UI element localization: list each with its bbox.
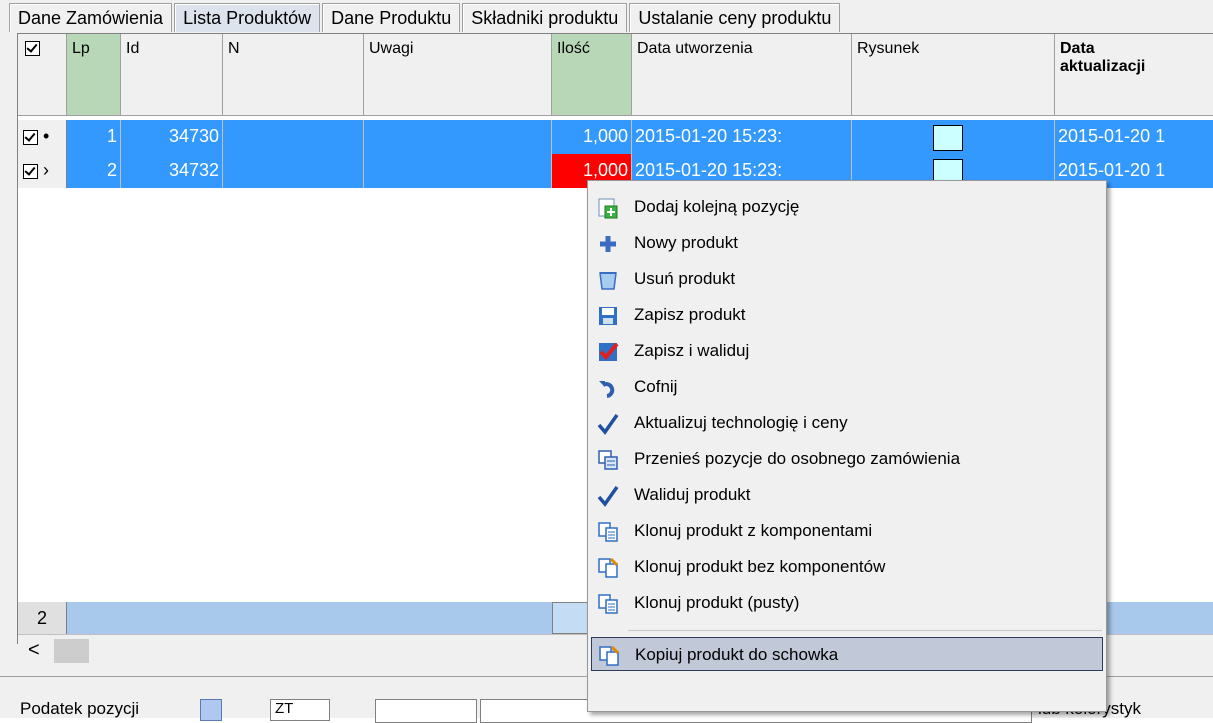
row-checkbox[interactable] — [23, 129, 38, 145]
menu-item-label: Aktualizuj technologię i ceny — [634, 413, 848, 432]
menu-item-label: Klonuj produkt (pusty) — [634, 593, 800, 612]
cell-id[interactable]: 34732 — [121, 154, 223, 188]
column-header-ilosc[interactable]: Ilość — [552, 34, 632, 116]
menu-item-klonuj-pusty[interactable]: Klonuj produkt (pusty) — [591, 586, 1103, 620]
column-header-lp[interactable]: Lp — [67, 34, 121, 116]
menu-item-label: Cofnij — [634, 377, 678, 396]
menu-item-label: Kopiuj produkt do schowka — [635, 645, 839, 664]
cell-data-aktualizacji[interactable]: 2015-01-20 1 — [1055, 120, 1213, 154]
menu-item-cofnij[interactable]: Cofnij — [591, 370, 1103, 404]
menu-item-label: Usuń produkt — [634, 269, 736, 288]
scroll-thumb[interactable] — [54, 639, 89, 663]
menu-item-label: Nowy produkt — [634, 233, 738, 252]
menu-item-label: Waliduj produkt — [634, 485, 751, 504]
menu-item-label: Zapisz i waliduj — [634, 341, 750, 360]
tab-strip: Dane Zamówienia Lista Produktów Dane Pro… — [9, 3, 842, 33]
column-header-id[interactable]: Id — [121, 34, 223, 116]
tab-dane-zamowienia[interactable]: Dane Zamówienia — [9, 3, 173, 32]
save-validate-icon — [599, 342, 619, 361]
app-window: Dane Zamówienia Lista Produktów Dane Pro… — [0, 0, 1213, 723]
tab-ustalanie-ceny[interactable]: Ustalanie ceny produktu — [629, 3, 841, 32]
menu-item-dodaj-pozycje[interactable]: Dodaj kolejną pozycję — [591, 190, 1103, 224]
menu-item-label: Klonuj produkt z komponentami — [634, 521, 873, 540]
plus-icon — [600, 236, 616, 252]
trash-icon — [599, 272, 617, 290]
menu-item-label: Klonuj produkt bez komponentów — [634, 557, 886, 576]
column-header-data-utworzenia[interactable]: Data utworzenia — [632, 34, 852, 116]
cell-ilosc[interactable]: 1,000 — [552, 120, 632, 154]
undo-icon — [599, 381, 615, 398]
menu-item-label: Zapisz produkt — [634, 305, 746, 324]
add-position-icon — [598, 198, 618, 219]
column-header-n[interactable]: N — [223, 34, 364, 116]
row-pointer: • — [43, 126, 50, 146]
select-all-header[interactable] — [18, 34, 67, 116]
menu-item-aktualizuj[interactable]: Aktualizuj technologię i ceny — [591, 406, 1103, 440]
row-checkbox[interactable] — [23, 163, 38, 179]
menu-item-waliduj[interactable]: Waliduj produkt — [591, 478, 1103, 512]
tab-skladniki-produktu[interactable]: Składniki produktu — [462, 3, 628, 32]
drawing-thumbnail[interactable] — [933, 125, 963, 151]
menu-item-label: Przenieś pozycje do osobnego zamówienia — [634, 449, 961, 468]
bottom-input-code[interactable]: ZT — [270, 699, 330, 721]
row-indicator[interactable]: • — [18, 120, 67, 154]
cell-lp[interactable]: 1 — [67, 120, 121, 154]
cell-n[interactable] — [223, 154, 364, 188]
menu-item-zapisz-produkt[interactable]: Zapisz produkt — [591, 298, 1103, 332]
menu-item-kopiuj-do-schowka[interactable]: Kopiuj produkt do schowka — [591, 637, 1103, 671]
cell-data-utworzenia[interactable]: 2015-01-20 15:23: — [632, 120, 852, 154]
column-header-data-aktualizacji-line1: Data — [1060, 40, 1095, 57]
menu-item-klonuj-bez-komponentow[interactable]: Klonuj produkt bez komponentów — [591, 550, 1103, 584]
menu-separator — [628, 630, 1102, 631]
copy-clipboard-icon — [599, 645, 620, 666]
menu-item-usun-produkt[interactable]: Usuń produkt — [591, 262, 1103, 296]
clone-partial-icon — [598, 557, 619, 578]
clone-icon — [598, 594, 618, 614]
context-menu: Dodaj kolejną pozycję Nowy produkt Usuń … — [587, 180, 1107, 712]
scroll-left-icon[interactable]: < — [28, 639, 40, 662]
row-pointer: › — [43, 160, 50, 180]
row-indicator[interactable]: › — [18, 154, 67, 188]
tab-lista-produktow[interactable]: Lista Produktów — [174, 3, 321, 32]
move-icon — [598, 450, 618, 470]
cell-uwagi[interactable] — [364, 154, 552, 188]
column-header-uwagi[interactable]: Uwagi — [364, 34, 552, 116]
menu-item-klonuj-z-komponentami[interactable]: Klonuj produkt z komponentami — [591, 514, 1103, 548]
menu-item-przenies[interactable]: Przenieś pozycje do osobnego zamówienia — [591, 442, 1103, 476]
select-all-checkbox[interactable] — [25, 41, 40, 57]
menu-item-zapisz-waliduj[interactable]: Zapisz i waliduj — [591, 334, 1103, 368]
menu-item-nowy-produkt[interactable]: Nowy produkt — [591, 226, 1103, 260]
cell-rysunek[interactable] — [852, 120, 1055, 154]
clone-icon — [598, 522, 618, 542]
table-row[interactable]: • 1 34730 1,000 2015-01-20 15:23: 2015-0… — [18, 120, 1213, 154]
check-icon — [597, 485, 619, 507]
cell-n[interactable] — [223, 120, 364, 154]
column-header-rysunek[interactable]: Rysunek — [852, 34, 1055, 116]
column-header-data-aktualizacji-line2: aktualizacji — [1060, 58, 1146, 75]
check-icon — [597, 413, 619, 435]
bottom-label: Podatek pozycji — [20, 699, 140, 718]
menu-item-label: Dodaj kolejną pozycję — [634, 197, 800, 216]
cell-lp[interactable]: 2 — [67, 154, 121, 188]
tab-dane-produktu[interactable]: Dane Produktu — [322, 3, 461, 32]
color-swatch[interactable] — [200, 699, 222, 721]
cell-id[interactable]: 34730 — [121, 120, 223, 154]
row-count: 2 — [18, 602, 67, 634]
save-icon — [599, 307, 617, 325]
bottom-input-2[interactable] — [375, 699, 477, 723]
column-header-data-aktualizacji[interactable]: Data aktualizacji — [1055, 34, 1213, 116]
cell-uwagi[interactable] — [364, 120, 552, 154]
